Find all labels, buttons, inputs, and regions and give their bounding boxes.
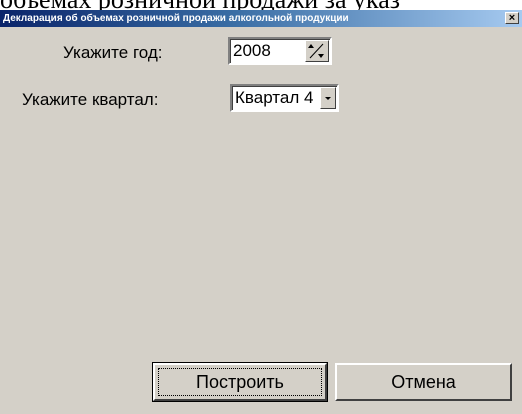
window-title: Декларация об объемах розничной продажи … (3, 13, 349, 24)
close-button[interactable]: × (505, 12, 519, 24)
quarter-dropdown-button[interactable] (320, 87, 336, 109)
dialog-window: Декларация об объемах розничной продажи … (0, 10, 522, 414)
year-value: 2008 (233, 41, 271, 60)
cancel-button[interactable]: Отмена (335, 363, 512, 401)
quarter-value: Квартал 4 (235, 88, 314, 107)
cancel-button-label: Отмена (391, 372, 456, 392)
title-bar[interactable]: Декларация об объемах розничной продажи … (0, 10, 522, 27)
spin-updown-icon (308, 43, 324, 59)
build-button-label: Построить (196, 372, 284, 392)
year-spin-input[interactable]: 2008 (228, 37, 332, 65)
close-icon: × (508, 12, 516, 24)
quarter-label: Укажите квартал: (22, 90, 159, 109)
quarter-select[interactable]: Квартал 4 (230, 84, 339, 112)
build-button[interactable]: Построить (152, 362, 328, 402)
year-label: Укажите год: (63, 43, 163, 62)
year-spin-button[interactable] (305, 40, 329, 62)
chevron-down-icon (325, 97, 331, 100)
